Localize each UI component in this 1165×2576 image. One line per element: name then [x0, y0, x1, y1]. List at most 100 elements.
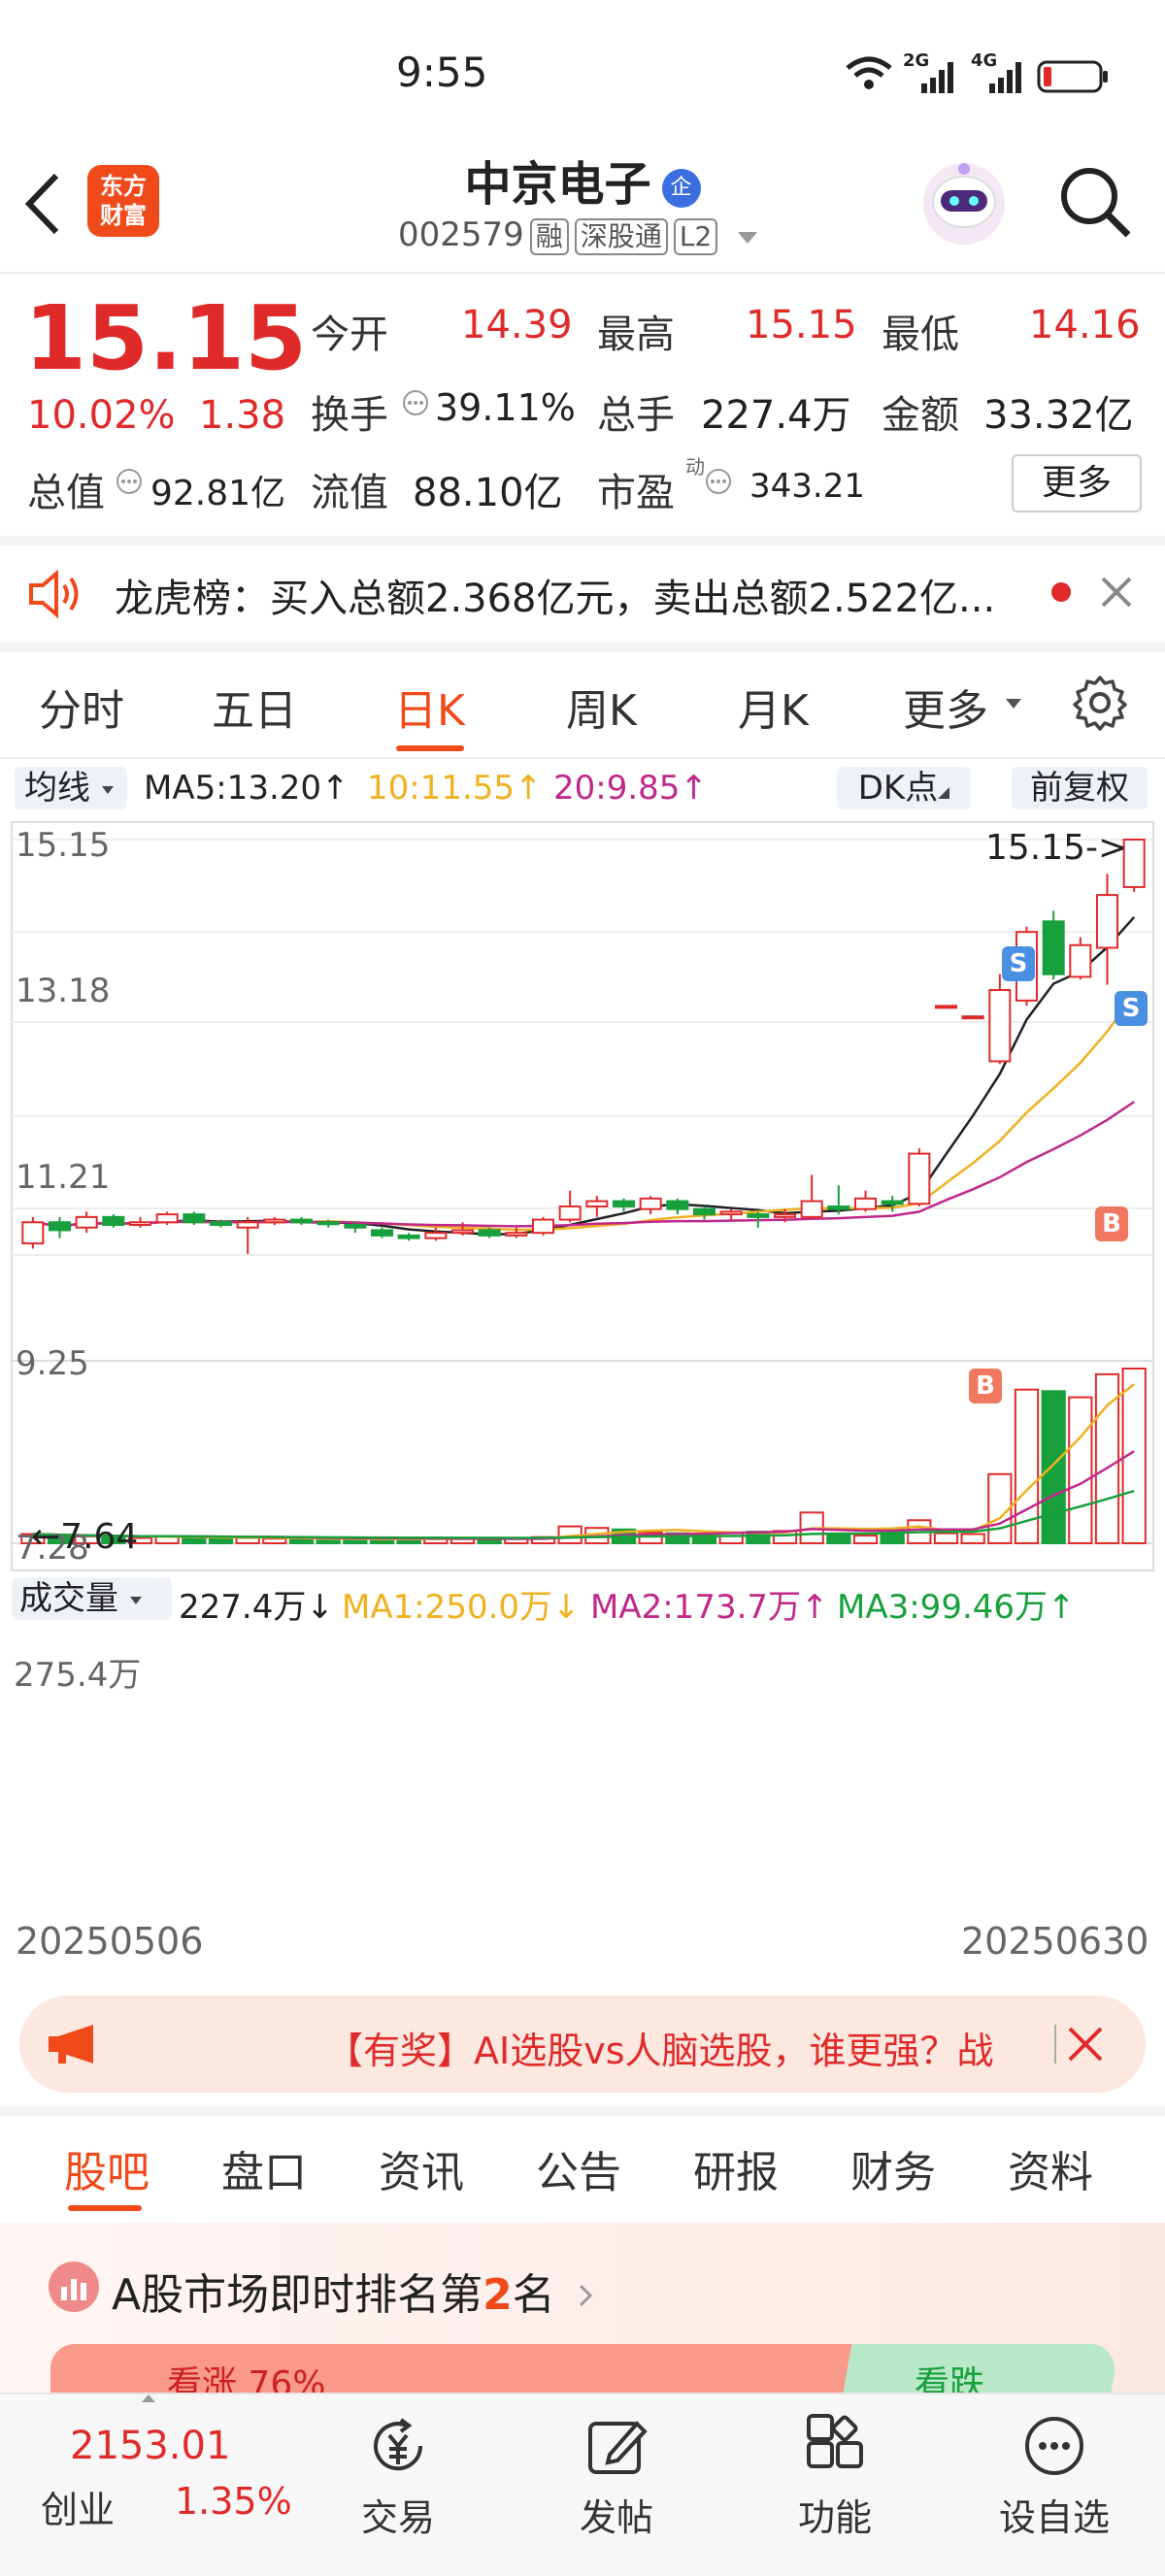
tab-daily-k[interactable]: 日K	[394, 676, 465, 738]
candle-body	[773, 1213, 797, 1218]
trade-yen-icon	[374, 2418, 423, 2471]
more-quote-button[interactable]: 更多	[1012, 454, 1142, 512]
tab-announcements[interactable]: 公告	[536, 2137, 621, 2199]
promo-banner[interactable]: 【有奖】AI选股vs人脑选股，谁更强？战	[19, 1996, 1146, 2093]
mktcap-label: 总值	[27, 471, 105, 515]
nav-functions[interactable]: 功能	[748, 2414, 922, 2541]
section-gap-3	[0, 2106, 1165, 2116]
chart-tab-bar: 分时 五日 日K 周K 月K 更多	[0, 652, 1165, 759]
candle-body	[478, 1229, 501, 1237]
price-axis-4: 9.25	[16, 1344, 89, 1383]
volume-value: 227.4万	[701, 393, 851, 438]
search-icon[interactable]	[1056, 163, 1134, 245]
nav-post[interactable]: 发帖	[529, 2414, 704, 2541]
candle-body	[102, 1215, 125, 1227]
sell-signal-icon[interactable]: S	[1002, 946, 1035, 981]
candle-body	[155, 1213, 179, 1224]
candle-body	[316, 1221, 340, 1226]
buy-signal-icon-2[interactable]: B	[1095, 1206, 1128, 1241]
rank-number: 2	[483, 2270, 513, 2320]
volume-ma1-line	[32, 1383, 1135, 1540]
candle-body	[961, 1015, 984, 1020]
volume-bar	[933, 1532, 959, 1545]
candle-body	[183, 1213, 206, 1224]
tab-profile[interactable]: 资料	[1008, 2137, 1093, 2199]
candle-body	[827, 1205, 850, 1210]
enterprise-badge: 企	[661, 169, 701, 208]
buy-signal-icon[interactable]: B	[969, 1369, 1002, 1404]
promo-text: 【有奖】AI选股vs人脑选股，谁更强？战	[326, 2030, 994, 2072]
tab-finance[interactable]: 财务	[850, 2137, 936, 2199]
change-percent: 10.02%	[27, 393, 176, 438]
change-amount: 1.38	[199, 393, 286, 438]
adjust-button[interactable]: 前复权	[1012, 767, 1148, 809]
robot-assistant-icon[interactable]	[917, 155, 1011, 252]
candle-body	[450, 1229, 475, 1235]
settings-gear-icon[interactable]	[1071, 674, 1129, 736]
candle-body	[1042, 920, 1065, 975]
notice-bar[interactable]: 龙虎榜：买入总额2.368亿元，卖出总额2.522亿...	[0, 545, 1165, 643]
ma20-value: 20:9.85↑	[553, 769, 708, 808]
volume-indicator-selector[interactable]: 成交量	[12, 1577, 172, 1620]
rank-prefix: A股市场即时排名第	[112, 2270, 483, 2320]
candle-body	[853, 1197, 878, 1210]
mktcap-info-icon[interactable]	[115, 467, 144, 500]
index-value[interactable]: 2153.01	[70, 2424, 230, 2468]
stock-code-row[interactable]: 002579 融深股通 L2	[398, 215, 759, 255]
candle-body	[1095, 894, 1119, 949]
ma-selector-label: 均线	[24, 769, 90, 808]
nav-functions-label: 功能	[797, 2496, 872, 2539]
nav-add-watchlist[interactable]: 设自选	[967, 2414, 1142, 2541]
price-axis-top: 15.15	[16, 826, 111, 865]
close-promo-icon[interactable]	[1066, 2025, 1105, 2067]
ma5-value: MA5:13.20↑	[144, 769, 350, 808]
nav-trade-label: 交易	[360, 2496, 435, 2539]
tab-news[interactable]: 资讯	[379, 2137, 464, 2199]
turnover-info-icon[interactable]	[401, 388, 430, 421]
candle-body	[209, 1221, 233, 1227]
tab-more[interactable]: 更多	[903, 676, 988, 738]
tab-monthly-k[interactable]: 月K	[738, 676, 809, 738]
date-end: 20250630	[961, 1920, 1149, 1963]
vol-ma3: MA3:99.46万↑	[837, 1588, 1076, 1627]
candle-body	[800, 1200, 823, 1218]
float-value: 88.10亿	[413, 471, 563, 515]
float-label: 流值	[311, 471, 388, 515]
ma5-line	[32, 916, 1136, 1237]
mktcap-value: 92.81亿	[150, 474, 286, 513]
rank-text[interactable]: A股市场即时排名第2名	[112, 2260, 596, 2322]
tab-intraday[interactable]: 分时	[39, 676, 124, 738]
megaphone-icon	[47, 2021, 101, 2071]
nav-trade[interactable]: 交易	[311, 2414, 485, 2541]
notice-text: 龙虎榜：买入总额2.368亿元，卖出总额2.522亿...	[115, 577, 996, 621]
tab-research[interactable]: 研报	[693, 2137, 779, 2199]
candle-body	[666, 1200, 689, 1210]
kline-chart[interactable]: 15.15 13.18 11.21 9.25 7.28 15.15-> ←7.6…	[10, 820, 1155, 1572]
ma-selector[interactable]: 均线	[15, 767, 127, 809]
low-marker-label: ←7.64	[31, 1517, 139, 1557]
sentiment-bar[interactable]: 看涨 76% 看跌	[50, 2344, 1115, 2393]
dk-point-button[interactable]: DK点	[837, 767, 971, 809]
high-label: 最高	[597, 313, 675, 357]
sell-signal-icon-2[interactable]: S	[1115, 991, 1148, 1026]
active-tab-indicator	[396, 745, 464, 751]
candle-body	[128, 1221, 152, 1227]
battery-icon	[1037, 60, 1111, 97]
turnover-value: 39.11%	[435, 386, 576, 429]
close-notice-icon[interactable]	[1097, 573, 1136, 615]
section-gap	[0, 536, 1165, 545]
candle-body	[558, 1205, 582, 1221]
pe-info-icon[interactable]	[704, 467, 733, 500]
candle-body	[505, 1232, 528, 1237]
tab-five-day[interactable]: 五日	[212, 676, 297, 738]
wifi-icon	[845, 56, 893, 95]
content-tab-bar: 股吧 盘口 资讯 公告 研报 财务 资料	[0, 2116, 1165, 2223]
candle-body	[236, 1221, 259, 1229]
tab-orderbook[interactable]: 盘口	[221, 2137, 307, 2199]
volume-bar	[852, 1535, 879, 1544]
tab-forum[interactable]: 股吧	[64, 2137, 150, 2199]
volume-bar	[1041, 1390, 1066, 1545]
volume-selector-label: 成交量	[19, 1579, 118, 1618]
tab-weekly-k[interactable]: 周K	[566, 676, 637, 738]
pe-value: 343.21	[749, 467, 865, 506]
